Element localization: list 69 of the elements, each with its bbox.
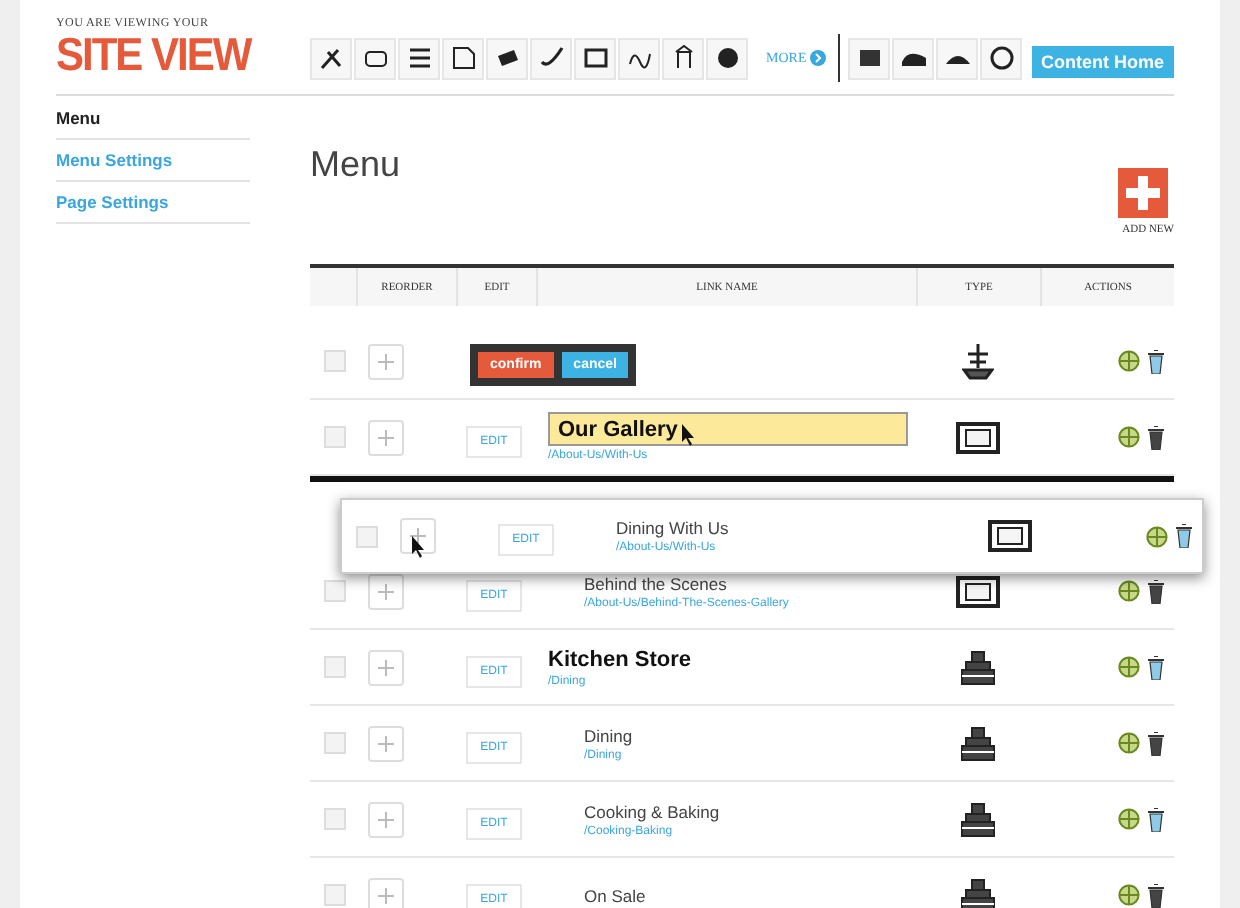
picture-frame-icon [956,421,1000,453]
move-icon [378,735,394,751]
row-checkbox[interactable] [324,656,346,678]
building-icon [958,801,998,837]
globe-icon[interactable] [1118,580,1140,602]
link-name-field[interactable]: Our Gallery [548,412,908,446]
reorder-handle[interactable] [368,877,404,908]
sidebar-item[interactable]: Page Settings [56,182,250,224]
trash-icon[interactable] [1176,524,1192,548]
sidebar-item[interactable]: Menu Settings [56,140,250,182]
move-icon [410,528,426,544]
arrow-icon [810,50,827,66]
row-checkbox[interactable] [324,884,346,906]
trash-icon[interactable] [1148,579,1164,603]
building-icon [958,725,998,761]
move-icon [378,811,394,827]
picture-frame-icon [988,520,1032,552]
page-tool-icon[interactable] [442,37,484,79]
logo: SITE VIEW [56,30,254,83]
trash-icon[interactable] [1148,349,1164,373]
check-tool-icon[interactable] [530,37,572,79]
trash-icon[interactable] [1148,883,1164,907]
link-name: Dining With Us [616,518,731,538]
row-checkbox[interactable] [356,525,378,547]
list-tool-icon[interactable] [398,37,440,79]
row-checkbox[interactable] [324,580,346,602]
globe-icon[interactable] [1118,732,1140,754]
shape-tool-icon[interactable] [486,37,528,79]
pointer-icon [412,536,426,558]
move-icon [378,659,394,675]
page-title: Menu [310,144,401,186]
box-tool-icon[interactable] [354,37,396,79]
add-button[interactable] [1118,168,1168,218]
trash-icon[interactable] [1148,807,1164,831]
link-name: Dining [584,725,635,745]
globe-icon[interactable] [1146,525,1168,547]
content-home-button[interactable]: Content Home [1031,46,1174,78]
row-checkbox[interactable] [324,732,346,754]
globe-icon[interactable] [1118,656,1140,678]
globe-icon[interactable] [1118,426,1140,448]
row-checkbox[interactable] [324,426,346,448]
trash-icon[interactable] [1148,655,1164,679]
reorder-handle[interactable] [368,343,404,379]
link-name: Behind the Scenes [584,573,729,593]
reorder-handle[interactable] [368,649,404,685]
move-icon [378,429,394,445]
building-icon [958,649,998,685]
link-name: On Sale [584,885,648,905]
reorder-handle[interactable] [368,801,404,837]
globe-icon[interactable] [1118,808,1140,830]
circle-tool-icon[interactable] [980,37,1023,79]
move-icon [378,583,394,599]
trash-icon[interactable] [1148,425,1164,449]
globe-icon[interactable] [1118,350,1140,372]
link-name: Cooking & Baking [584,801,722,821]
move-icon [378,353,394,369]
row-checkbox[interactable] [324,808,346,830]
trash-icon[interactable] [1148,731,1164,755]
pointer-icon [682,424,696,446]
globe-icon[interactable] [1118,884,1140,906]
sidebar-item[interactable]: Menu [56,98,250,140]
reorder-handle[interactable] [368,419,404,455]
reorder-handle[interactable] [368,573,404,609]
picture-frame-icon [956,575,1000,607]
reorder-handle[interactable] [368,725,404,761]
ship-icon [962,341,994,381]
row-checkbox[interactable] [324,350,346,372]
link-name: Kitchen Store [548,647,694,671]
move-icon [378,887,394,903]
